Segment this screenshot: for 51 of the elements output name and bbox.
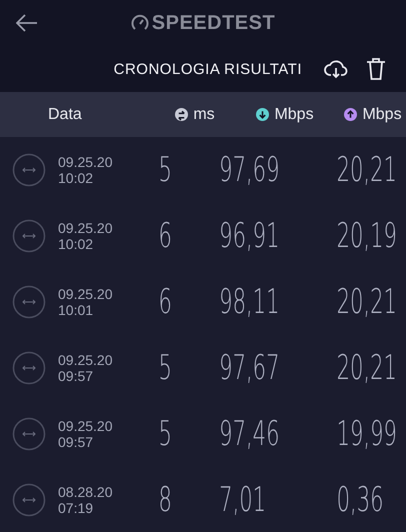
- connection-icon: [12, 219, 46, 253]
- result-date: 09.25.20: [58, 352, 114, 368]
- result-date: 08.28.20: [58, 484, 114, 500]
- download-value: 97,46: [219, 414, 280, 454]
- upload-value: 0,36: [336, 480, 384, 520]
- back-arrow-icon: [16, 14, 38, 32]
- result-date: 09.25.20: [58, 418, 114, 434]
- result-date: 09.25.20: [58, 220, 114, 236]
- result-date: 09.25.20: [58, 154, 114, 170]
- connection-icon: [12, 153, 46, 187]
- download-value: 98,11: [219, 282, 280, 322]
- result-time: 10:01: [58, 302, 94, 318]
- result-time: 10:02: [58, 170, 94, 186]
- result-date: 09.25.20: [58, 286, 114, 302]
- upload-value: 19,99: [336, 414, 397, 454]
- upload-icon: [344, 108, 358, 121]
- speedtest-logo: SPEEDTEST: [152, 12, 276, 34]
- download-icon: [256, 108, 270, 121]
- upload-value: 20,21: [336, 150, 397, 190]
- back-button[interactable]: [14, 12, 40, 34]
- delete-button[interactable]: [364, 56, 388, 82]
- trash-icon: [366, 58, 386, 80]
- connection-icon: [12, 483, 46, 517]
- ping-value: 5: [158, 150, 172, 190]
- column-header: Mbps: [362, 106, 402, 124]
- ping-value: 6: [158, 216, 172, 256]
- download-value: 7,01: [219, 480, 266, 520]
- download-value: 96,91: [219, 216, 280, 256]
- column-header: Data: [48, 106, 82, 124]
- column-header: Mbps: [274, 106, 314, 124]
- result-time: 07:19: [58, 500, 94, 516]
- ping-value: 8: [158, 480, 172, 520]
- download-value: 97,67: [219, 348, 280, 388]
- cloud-download-icon: [324, 58, 348, 80]
- column-header: ms: [193, 106, 215, 124]
- ping-value: 5: [158, 348, 172, 388]
- connection-icon: [12, 351, 46, 385]
- download-value: 97,69: [219, 150, 280, 190]
- connection-icon: [12, 285, 46, 319]
- result-time: 09:57: [58, 434, 94, 450]
- upload-value: 20,21: [336, 282, 397, 322]
- page-title: CRONOLOGIA RISULTATI: [114, 60, 302, 78]
- result-time: 10:02: [58, 236, 94, 252]
- gauge-icon: [130, 14, 149, 32]
- upload-value: 20,21: [336, 348, 397, 388]
- ping-value: 5: [158, 414, 172, 454]
- ping-icon: [175, 108, 188, 121]
- upload-value: 20,19: [336, 216, 397, 256]
- ping-value: 6: [158, 282, 172, 322]
- connection-icon: [12, 417, 46, 451]
- result-time: 09:57: [58, 368, 94, 384]
